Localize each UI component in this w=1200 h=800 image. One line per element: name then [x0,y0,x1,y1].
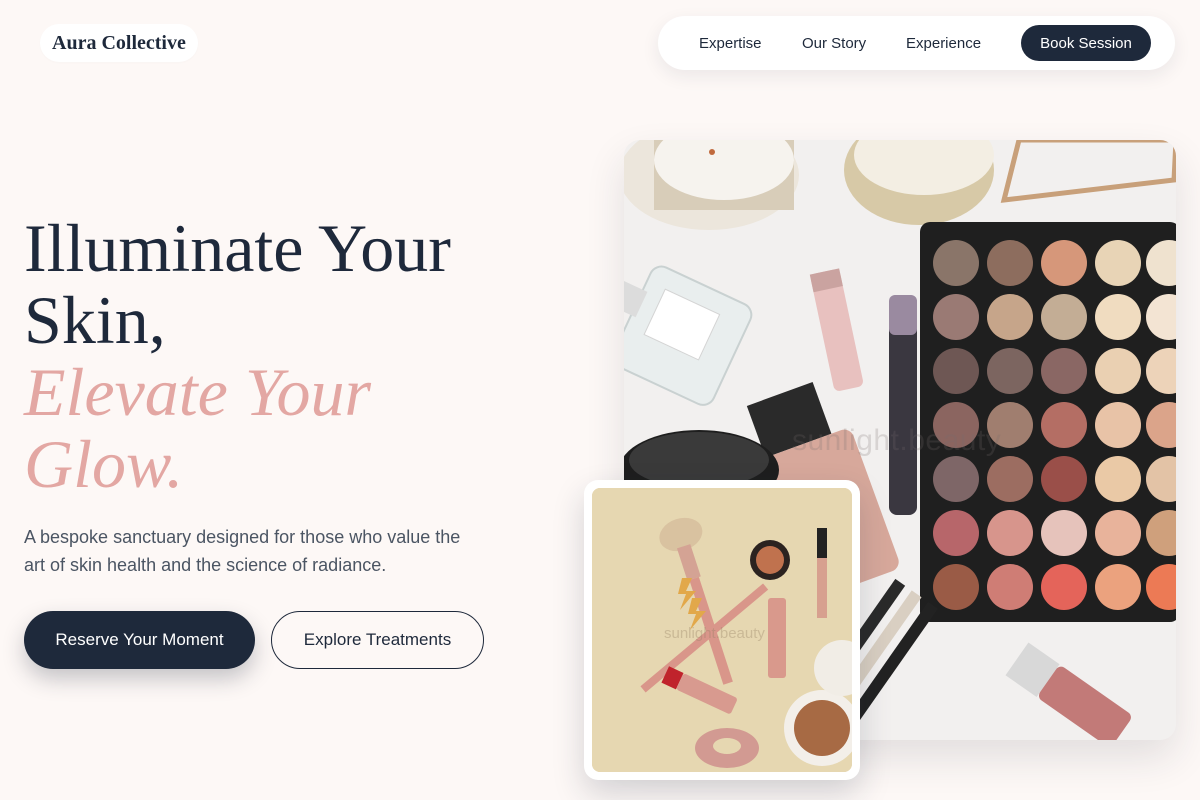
book-session-button[interactable]: Book Session [1021,25,1151,61]
brushes-flatlay-image: sunlight.beauty [592,488,852,772]
headline-accent-line-1: Elevate Your [24,354,371,430]
hero-subtitle: A bespoke sanctuary designed for those w… [24,527,461,575]
nav-link-our-story[interactable]: Our Story [802,16,866,70]
headline-line-2: Skin, [24,282,166,358]
headline-line-1: Illuminate Your [24,210,451,286]
top-nav: Expertise Our Story Experience Book Sess… [658,16,1175,70]
reserve-moment-button[interactable]: Reserve Your Moment [24,611,255,669]
brushes-image-card: sunlight.beauty [584,480,860,780]
card-image-watermark: sunlight.beauty [664,625,765,642]
explore-treatments-button[interactable]: Explore Treatments [271,611,484,669]
nav-link-expertise[interactable]: Expertise [699,16,762,70]
headline-accent-line-2: Glow. [24,426,184,502]
brand-logo[interactable]: Aura Collective [40,24,198,62]
nav-link-experience[interactable]: Experience [906,16,981,70]
hero-headline: Illuminate Your Skin, Elevate Your Glow. [24,212,451,500]
main-image-watermark: sunlight.beauty [792,424,1002,457]
